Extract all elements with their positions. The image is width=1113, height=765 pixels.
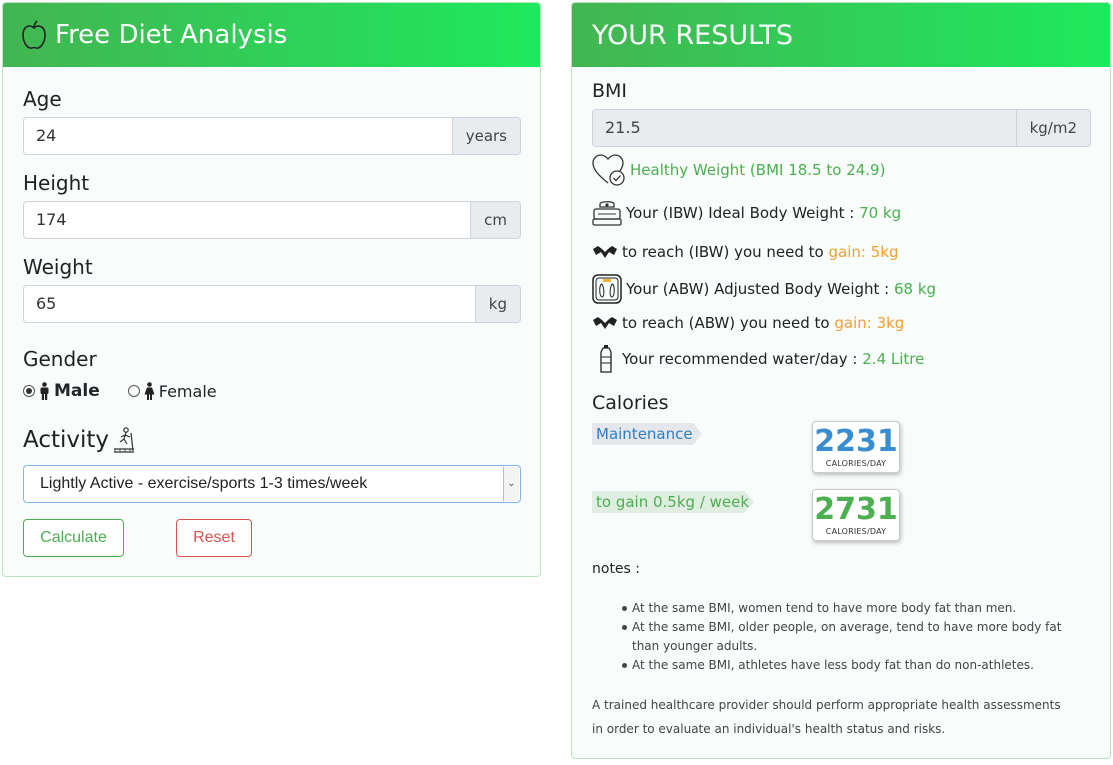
weight-unit: kg: [475, 285, 521, 323]
results-card: YOUR RESULTS BMI 21.5 kg/m2 Healthy Weig…: [571, 2, 1111, 759]
age-unit: years: [452, 117, 521, 155]
height-unit: cm: [471, 201, 521, 239]
maintenance-calories-unit: CALORIES/DAY: [825, 459, 887, 468]
female-radio[interactable]: [127, 385, 140, 397]
ibw-reach-value: gain: 5kg: [828, 243, 899, 261]
weight-input[interactable]: 65: [23, 285, 476, 323]
list-item: At the same BMI, athletes have less body…: [622, 656, 1092, 675]
activity-select[interactable]: Lightly Active - exercise/sports 1-3 tim…: [23, 465, 521, 503]
maintenance-calories-box: 2231 CALORIES/DAY: [812, 421, 900, 473]
height-label: Height: [23, 171, 90, 195]
abw-reach-value: gain: 3kg: [834, 314, 905, 332]
body-scale-icon: [592, 274, 622, 304]
diet-form-card: Free Diet Analysis Age 24 years Height 1…: [2, 2, 541, 577]
list-item: At the same BMI, women tend to have more…: [622, 599, 1092, 618]
results-title: YOUR RESULTS: [592, 19, 794, 51]
muscle-arm-icon: [592, 314, 618, 332]
abw-reach-row: to reach (ABW) you need to gain: 3kg: [592, 314, 904, 332]
water-value: 2.4 Litre: [862, 350, 925, 368]
gain-calories-value: 2731: [814, 492, 898, 527]
bmi-status-row: Healthy Weight (BMI 18.5 to 24.9): [592, 153, 885, 187]
age-input-group: 24 years: [23, 117, 521, 155]
notes-list: At the same BMI, women tend to have more…: [622, 599, 1092, 675]
calories-label: Calories: [592, 392, 669, 414]
gain-tag: to gain 0.5kg / week: [592, 491, 754, 513]
list-item: At the same BMI, older people, on averag…: [622, 618, 1092, 656]
activity-label-row: Activity: [23, 427, 136, 453]
abw-reach-text: to reach (ABW) you need to: [622, 314, 830, 332]
ibw-reach-text: to reach (IBW) you need to: [622, 243, 824, 261]
treadmill-icon: [114, 427, 135, 453]
water-row: Your recommended water/day : 2.4 Litre: [592, 344, 924, 374]
bmi-status: Healthy Weight (BMI 18.5 to 24.9): [630, 161, 886, 179]
male-radio[interactable]: [23, 385, 35, 397]
bmi-unit: kg/m2: [1016, 109, 1091, 147]
bmi-output-group: 21.5 kg/m2: [592, 109, 1091, 147]
weight-label: Weight: [23, 255, 93, 279]
abw-text: Your (ABW) Adjusted Body Weight :: [626, 280, 890, 298]
height-input[interactable]: 174: [23, 201, 472, 239]
ibw-row: Your (IBW) Ideal Body Weight : 70 kg: [592, 199, 901, 227]
female-icon: [144, 382, 155, 400]
water-bottle-icon: [599, 344, 613, 374]
maintenance-calories-value: 2231: [814, 424, 898, 459]
muscle-arm-icon: [592, 243, 618, 261]
scale-icon: [592, 199, 622, 227]
activity-label: Activity: [23, 427, 110, 453]
ibw-reach-row: to reach (IBW) you need to gain: 5kg: [592, 243, 898, 261]
ibw-text: Your (IBW) Ideal Body Weight :: [626, 204, 855, 222]
activity-selected: Lightly Active - exercise/sports 1-3 tim…: [40, 475, 368, 492]
gender-radio-group: Male Female: [23, 381, 217, 401]
disclaimer-text: A trained healthcare provider should per…: [592, 698, 1061, 736]
form-title: Free Diet Analysis: [55, 20, 288, 50]
apple-icon: [22, 20, 46, 49]
bmi-value: 21.5: [592, 109, 1017, 147]
female-label: Female: [158, 381, 217, 401]
maintenance-tag: Maintenance: [592, 423, 702, 445]
form-header: Free Diet Analysis: [3, 3, 540, 67]
gender-label: Gender: [23, 347, 97, 371]
male-label: Male: [54, 381, 100, 401]
abw-value: 68 kg: [894, 280, 937, 298]
ibw-value: 70 kg: [859, 204, 902, 222]
water-text: Your recommended water/day :: [622, 350, 858, 368]
results-header: YOUR RESULTS: [572, 3, 1110, 67]
chevron-down-icon[interactable]: ⌄: [503, 467, 519, 501]
gain-calories-box: 2731 CALORIES/DAY: [812, 489, 900, 541]
calculate-button[interactable]: Calculate: [23, 519, 124, 557]
gain-calories-unit: CALORIES/DAY: [825, 527, 887, 536]
weight-input-group: 65 kg: [23, 285, 521, 323]
male-icon: [40, 382, 49, 400]
bmi-label: BMI: [592, 80, 628, 102]
abw-row: Your (ABW) Adjusted Body Weight : 68 kg: [592, 274, 936, 304]
reset-button[interactable]: Reset: [176, 519, 252, 557]
notes-label: notes :: [592, 561, 641, 577]
age-label: Age: [23, 87, 62, 111]
heart-check-icon: [592, 153, 626, 187]
age-input[interactable]: 24: [23, 117, 453, 155]
height-input-group: 174 cm: [23, 201, 521, 239]
